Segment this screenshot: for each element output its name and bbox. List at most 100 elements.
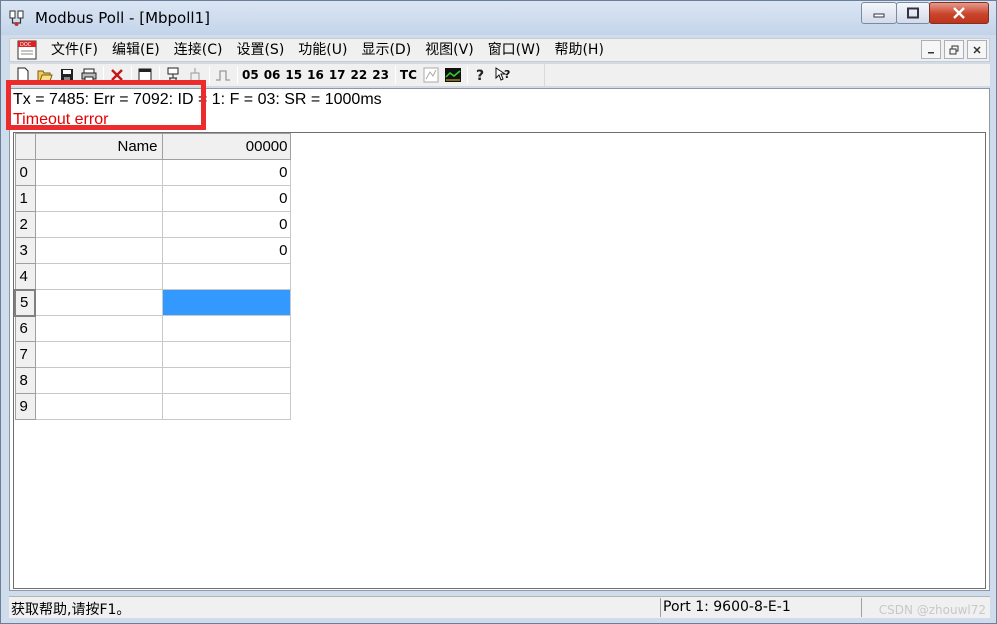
fc-16-button[interactable]: 16 <box>307 68 324 82</box>
mdi-minimize-button[interactable] <box>921 40 941 59</box>
toolbar-empty-area <box>545 63 990 87</box>
table-row: 0 0 <box>14 159 291 186</box>
minimize-icon <box>928 51 934 53</box>
annotation-highlight-box <box>6 80 206 130</box>
row-index[interactable]: 5 <box>14 288 36 317</box>
name-cell[interactable] <box>34 263 163 290</box>
grid-corner[interactable] <box>14 133 36 160</box>
value-cell[interactable] <box>161 367 291 394</box>
menu-bar: DOC 文件(F) 编辑(E) 连接(C) 设置(S) 功能(U) 显示(D) … <box>9 38 990 62</box>
name-cell[interactable] <box>34 315 163 342</box>
close-button[interactable] <box>929 2 989 24</box>
pulse-wave-icon <box>216 70 230 81</box>
table-row: 4 <box>14 263 291 290</box>
name-cell[interactable] <box>34 341 163 368</box>
pulse-button[interactable] <box>214 65 232 85</box>
value-cell[interactable] <box>161 263 291 290</box>
context-help-button[interactable]: ? <box>494 65 512 85</box>
mdi-controls <box>921 40 987 59</box>
restore-icon <box>949 45 959 54</box>
csdn-watermark: CSDN @zhouwl72 <box>878 603 986 617</box>
value-cell[interactable] <box>161 341 291 368</box>
value-cell[interactable]: 0 <box>161 237 291 264</box>
minimize-button[interactable] <box>861 2 897 24</box>
row-index[interactable]: 6 <box>14 315 36 342</box>
value-cell[interactable]: 0 <box>161 159 291 186</box>
table-row: 9 <box>14 393 291 420</box>
menu-window[interactable]: 窗口(W) <box>481 39 548 61</box>
document-icon[interactable]: DOC <box>16 40 38 60</box>
menu-setup[interactable]: 设置(S) <box>229 39 291 61</box>
minimize-icon <box>873 13 885 18</box>
menu-functions[interactable]: 功能(U) <box>291 39 354 61</box>
chart-icon <box>444 68 461 82</box>
name-cell[interactable] <box>34 185 163 212</box>
table-row: 1 0 <box>14 185 291 212</box>
row-index[interactable]: 7 <box>14 341 36 368</box>
address-column-header[interactable]: 00000 <box>161 133 291 160</box>
table-row: 3 0 <box>14 237 291 264</box>
menu-file[interactable]: 文件(F) <box>44 39 105 61</box>
name-cell[interactable] <box>34 211 163 238</box>
fc-06-button[interactable]: 06 <box>264 68 281 82</box>
menu-display[interactable]: 显示(D) <box>354 39 418 61</box>
row-index[interactable]: 2 <box>14 211 36 238</box>
toolbar-separator <box>237 66 238 84</box>
tc-button[interactable]: TC <box>400 68 417 82</box>
table-row: 2 0 <box>14 211 291 238</box>
fc-15-button[interactable]: 15 <box>285 68 302 82</box>
fc-05-button[interactable]: 05 <box>242 68 259 82</box>
mdi-restore-button[interactable] <box>944 40 964 59</box>
value-cell[interactable]: 0 <box>161 211 291 238</box>
menu-view[interactable]: 视图(V) <box>418 39 481 61</box>
row-index[interactable]: 0 <box>14 159 36 186</box>
table-row-selected: 5 <box>14 288 291 317</box>
menu-edit[interactable]: 编辑(E) <box>105 39 167 61</box>
name-cell[interactable] <box>34 159 163 186</box>
fc-23-button[interactable]: 23 <box>372 68 389 82</box>
toolbar-separator <box>466 66 468 84</box>
name-cell[interactable] <box>34 237 163 264</box>
value-cell[interactable] <box>161 393 291 420</box>
register-table: Name 00000 0 0 1 0 2 0 3 0 4 5 6 7 8 9 <box>14 133 291 420</box>
help-hint-text: 获取帮助,请按F1。 <box>11 602 131 618</box>
maximize-icon <box>907 7 919 19</box>
toolbar-separator <box>394 66 396 84</box>
comm-traffic-button[interactable] <box>422 65 440 85</box>
app-window: Modbus Poll - [Mbpoll1] DOC 文件(F) 编辑(E) … <box>0 0 997 624</box>
table-row: 7 <box>14 341 291 368</box>
mdi-close-button[interactable] <box>967 40 987 59</box>
context-help-icon: ? <box>495 67 510 81</box>
about-button[interactable]: ? <box>472 65 490 85</box>
close-icon <box>973 45 981 54</box>
title-bar[interactable]: Modbus Poll - [Mbpoll1] <box>1 1 996 35</box>
traffic-icon <box>423 67 439 83</box>
name-cell[interactable] <box>34 289 163 316</box>
chart-button[interactable] <box>444 65 462 85</box>
table-header-row: Name 00000 <box>14 133 291 160</box>
maximize-button[interactable] <box>896 2 930 24</box>
port-status-panel: Port 1: 9600-8-E-1 <box>660 598 860 617</box>
svg-text:?: ? <box>504 68 510 81</box>
row-index[interactable]: 3 <box>14 237 36 264</box>
close-icon <box>953 7 965 19</box>
name-cell[interactable] <box>34 393 163 420</box>
row-index[interactable]: 4 <box>14 263 36 290</box>
menu-connection[interactable]: 连接(C) <box>167 39 230 61</box>
row-index[interactable]: 9 <box>14 393 36 420</box>
fc-22-button[interactable]: 22 <box>351 68 368 82</box>
row-index[interactable]: 1 <box>14 185 36 212</box>
fc-17-button[interactable]: 17 <box>329 68 346 82</box>
value-cell[interactable] <box>161 315 291 342</box>
row-index[interactable]: 8 <box>14 367 36 394</box>
status-bar: 获取帮助,请按F1。 Port 1: 9600-8-E-1 <box>9 596 990 618</box>
window-title: Modbus Poll - [Mbpoll1] <box>35 9 210 27</box>
name-column-header[interactable]: Name <box>34 133 163 160</box>
value-cell[interactable]: 0 <box>161 185 291 212</box>
name-cell[interactable] <box>34 367 163 394</box>
selected-value-cell[interactable] <box>161 289 291 316</box>
help-question-icon: ? <box>476 68 484 83</box>
menu-help[interactable]: 帮助(H) <box>547 39 610 61</box>
table-row: 6 <box>14 315 291 342</box>
toolbar-separator <box>209 66 210 84</box>
